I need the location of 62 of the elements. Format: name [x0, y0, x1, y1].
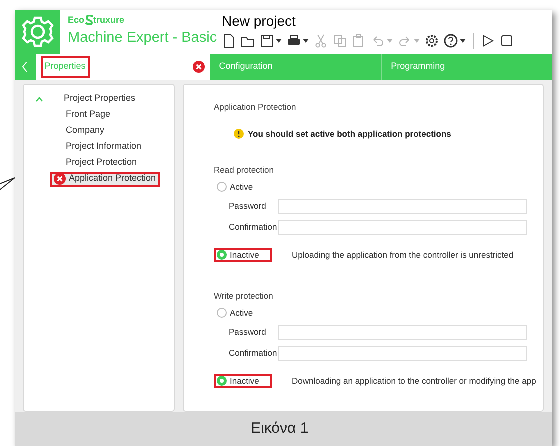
- password-field[interactable]: [278, 199, 527, 214]
- floppy-icon: [260, 34, 274, 48]
- caret-icon: [387, 39, 393, 43]
- field-label: Password: [228, 200, 268, 213]
- warning-message: You should set active both application protections: [248, 128, 452, 140]
- confirmation-field[interactable]: [278, 220, 527, 235]
- caret-icon: [303, 39, 309, 43]
- tree-item[interactable]: Application Protection: [50, 172, 160, 186]
- redo-icon: [398, 34, 412, 48]
- toolbar-button[interactable]: [260, 34, 282, 48]
- error-icon: [54, 173, 66, 185]
- section-title: Application Protection: [214, 101, 298, 113]
- figure-caption: Εικόνα 1: [251, 418, 309, 439]
- radio-button[interactable]: [217, 182, 227, 192]
- radio-option[interactable]: Inactive: [214, 374, 272, 388]
- s-swoosh-icon: [84, 15, 94, 25]
- caret-icon: [276, 39, 282, 43]
- option-description: Uploading the application from the controller is unrestricted: [292, 248, 514, 262]
- scissors-icon: [314, 34, 328, 48]
- field-label: Confirmation: [228, 221, 278, 234]
- radio-option[interactable]: Active: [214, 180, 258, 194]
- password-field[interactable]: [278, 325, 527, 340]
- warning-icon: [234, 129, 244, 139]
- clipboard-icon: [352, 34, 366, 48]
- tree-item[interactable]: Project Protection: [62, 156, 142, 170]
- printer-icon: [287, 34, 301, 48]
- section-title: Read protection: [214, 164, 276, 176]
- caret-icon: [460, 39, 466, 43]
- radio-button[interactable]: [217, 376, 227, 386]
- tree-item[interactable]: Front Page: [62, 108, 115, 122]
- new-file-icon: [222, 34, 236, 48]
- play-icon: [481, 34, 495, 48]
- help-icon: [444, 34, 458, 48]
- toolbar-button[interactable]: [481, 34, 495, 48]
- undo-icon: [371, 34, 385, 48]
- copy-icon: [333, 34, 347, 48]
- field-label: Confirmation: [228, 347, 278, 360]
- toolbar-button[interactable]: [222, 34, 236, 48]
- settings-icon: [425, 34, 439, 48]
- radio-option[interactable]: Active: [214, 306, 258, 320]
- confirmation-field[interactable]: [278, 346, 527, 361]
- error-icon: [193, 61, 206, 73]
- square-icon: [500, 34, 514, 48]
- toolbar-button[interactable]: [425, 34, 439, 48]
- toolbar-button[interactable]: [500, 34, 514, 48]
- tree-item[interactable]: Project Properties: [60, 92, 140, 106]
- caret-icon: [414, 39, 420, 43]
- toolbar-button[interactable]: [287, 34, 309, 48]
- gear-icon: [20, 15, 54, 49]
- logo-text: truxure: [94, 14, 125, 26]
- option-description: Downloading an application to the controller or modifying the app: [292, 374, 536, 388]
- radio-button[interactable]: [217, 250, 227, 260]
- section-title: Write protection: [214, 290, 274, 302]
- radio-option[interactable]: Inactive: [214, 248, 272, 262]
- tree-item[interactable]: Project Information: [62, 140, 146, 154]
- product-name: Machine Expert - Basic: [68, 29, 218, 48]
- logo-text: Eco: [68, 14, 85, 26]
- project-title: New project: [222, 12, 297, 31]
- tree-item[interactable]: Company: [62, 124, 109, 138]
- radio-button[interactable]: [217, 308, 227, 318]
- toolbar-button[interactable]: [444, 34, 466, 48]
- field-label: Password: [228, 326, 268, 339]
